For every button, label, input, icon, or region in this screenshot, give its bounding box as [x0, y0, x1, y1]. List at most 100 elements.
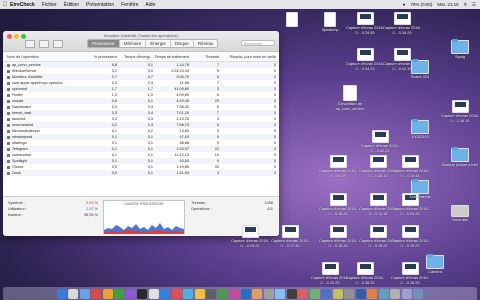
clock[interactable]: Mar. 21:15	[437, 2, 458, 7]
info-icon[interactable]	[39, 40, 49, 48]
desktop-icon-label: Scans 024	[411, 75, 429, 79]
dock-app-icon[interactable]	[367, 288, 378, 299]
desktop-icon-label: Capture d'écran 2018-0....0.29.22	[231, 239, 269, 248]
dock-app-icon[interactable]	[160, 288, 171, 299]
desktop-icon-folder[interactable]: Screenshots	[400, 179, 440, 200]
window-titlebar[interactable]: Moniteur d'activité (Toutes les opératio…	[3, 31, 279, 52]
col-energy-time[interactable]: Temps d'énergi...	[117, 55, 153, 59]
col-wakeups[interactable]: Réactiv. pour mise en veille	[219, 55, 279, 59]
dock-app-icon[interactable]	[378, 288, 389, 299]
dock-app-icon[interactable]	[125, 288, 136, 299]
desktop-icon-shot[interactable]: Capture d'écran 2018-0....0.16.33	[318, 193, 358, 216]
dock-app-icon[interactable]	[286, 288, 297, 299]
menu-aide[interactable]: Aide	[145, 2, 155, 8]
tab-disque[interactable]: Disque	[170, 40, 194, 47]
desktop-icon-shot[interactable]: Capture d'écran 2018-0....0.34.22	[345, 48, 385, 71]
search-icon[interactable]: ⚲	[464, 2, 467, 8]
desktop-icon-shot[interactable]: Capture d'écran 2018-0....1.10.44	[390, 155, 430, 178]
energy-time: 0,1	[147, 165, 153, 169]
desktop-icon-shot[interactable]: Capture d'écran 2018-0....0.19.23	[390, 225, 430, 248]
desktop-icon-doc[interactable]: Spindump	[310, 12, 350, 33]
tab-processeur[interactable]: Processeur	[88, 40, 120, 47]
dock-app-icon[interactable]	[355, 288, 366, 299]
dock-app-icon[interactable]	[252, 288, 263, 299]
menu-edition[interactable]: Édition	[64, 2, 79, 8]
process-time: 7:38,32	[176, 105, 189, 109]
battery-status[interactable]: 79% (0:00)	[410, 2, 432, 7]
desktop-icon-folder[interactable]: Spotg	[440, 39, 480, 60]
menu-fenetre[interactable]: Fenêtre	[121, 2, 138, 8]
desktop-icon-label: Screenshots	[409, 195, 431, 199]
desktop-icon-shot[interactable]: Capture d'écran 2018-0....1.16.18	[440, 100, 480, 123]
dock-app-icon[interactable]	[79, 288, 90, 299]
dock-app-icon[interactable]	[344, 288, 355, 299]
paper-icon	[343, 85, 357, 101]
menu-fichier[interactable]: Fichier	[42, 2, 57, 8]
dock-app-icon[interactable]	[390, 288, 401, 299]
dock-app-icon[interactable]	[91, 288, 102, 299]
dock-app-icon[interactable]	[114, 288, 125, 299]
dock-app-icon[interactable]	[413, 288, 424, 299]
dock-app-icon[interactable]	[217, 288, 228, 299]
tab-memoire[interactable]: Mémoire	[119, 40, 147, 47]
dock-app-icon[interactable]	[263, 288, 274, 299]
desktop-icon-folder[interactable]: 100D3100	[400, 119, 440, 140]
desktop-icon-shot[interactable]: Capture d'écran 2018-0....0.16.33	[318, 225, 358, 248]
list-icon[interactable]: ☰	[472, 2, 476, 8]
dock-app-icon[interactable]	[56, 288, 67, 299]
desktop-icon-shot[interactable]: Capture d'écran 2018-0....0.42.22	[360, 130, 400, 153]
dock-app-icon[interactable]	[229, 288, 240, 299]
wifi-icon[interactable]: ●	[403, 2, 406, 7]
col-cpu[interactable]: % processeur	[75, 55, 117, 59]
dock-app-icon[interactable]	[240, 288, 251, 299]
desktop-icon-paper[interactable]: Échantillon de ap_conn_service	[330, 85, 370, 111]
menu-app-name[interactable]: EtreCheck	[10, 2, 35, 8]
menu-presentation[interactable]: Présentation	[86, 2, 114, 8]
dock-app-icon[interactable]	[102, 288, 113, 299]
wakeups: 0	[273, 159, 276, 163]
desktop-icon-shot[interactable]: Capture d'écran 2018-0....04.09	[318, 155, 358, 178]
tab-energie[interactable]: Énergie	[146, 40, 171, 47]
col-threads[interactable]: Threads	[189, 55, 219, 59]
desktop-icon-shot[interactable]: Capture d'écran 2018-0....0.38.33	[345, 262, 385, 285]
process-name: iTunes	[3, 165, 75, 169]
dock-app-icon[interactable]	[171, 288, 182, 299]
process-name-text: WindowServer	[12, 69, 37, 73]
table-row[interactable]: Dock 0,0 0,1 1:11,94 4 0	[3, 170, 279, 176]
wakeups: 0	[273, 111, 276, 115]
dock-app-icon[interactable]	[194, 288, 205, 299]
dock-app-icon[interactable]	[332, 288, 343, 299]
energy-time: 0,4	[147, 111, 153, 115]
apple-menu-icon[interactable]: 	[0, 2, 10, 8]
tab-reseau[interactable]: Réseau	[193, 40, 218, 47]
desktop-icon-folder[interactable]: Camera	[415, 254, 455, 275]
dock-app-icon[interactable]	[68, 288, 79, 299]
folder-icon	[411, 119, 429, 134]
dock-app-icon[interactable]	[309, 288, 320, 299]
desktop-icon-shot[interactable]: Capture d'écran 2018-0....0.29.55	[345, 12, 385, 35]
col-name[interactable]: Nom de l'opération	[3, 55, 75, 59]
desktop-icon-shot[interactable]: Capture d'écran 2018-0....0.29.22	[230, 225, 270, 248]
dock-app-icon[interactable]	[183, 288, 194, 299]
desktop-icon-shot[interactable]: Capture d'écran 2018-0....0.34.29	[382, 12, 422, 35]
desktop-icon-shot[interactable]: Capture d'écran 2018-0....0.17.32	[270, 225, 310, 248]
dock-app-icon[interactable]	[321, 288, 332, 299]
dock-app-icon[interactable]	[206, 288, 217, 299]
desktop-icon-folder[interactable]: Backup iphone à trier	[440, 147, 480, 168]
gear-icon[interactable]	[53, 40, 63, 48]
col-process-time[interactable]: Temps de traitement	[153, 55, 189, 59]
desktop-icon-drive[interactable]: Sans titre	[440, 205, 480, 223]
dock-app-icon[interactable]	[298, 288, 309, 299]
dock-app-icon[interactable]	[148, 288, 159, 299]
desktop-icon-shot[interactable]: Capture d'écran 2018-0....0.20.25	[310, 262, 350, 285]
desktop-icon-label: 100D3100	[411, 135, 429, 139]
desktop-icon-doc[interactable]	[272, 12, 312, 28]
search-field[interactable]: Rechercher	[241, 40, 275, 46]
dock-app-icon[interactable]	[275, 288, 286, 299]
desktop-icon-folder[interactable]: Scans 024	[400, 59, 440, 80]
dock-app-icon[interactable]	[401, 288, 412, 299]
dock-app-icon[interactable]	[137, 288, 148, 299]
process-name: mournesend	[3, 123, 75, 127]
stop-process-icon[interactable]	[25, 40, 35, 48]
shot-icon	[356, 48, 374, 61]
